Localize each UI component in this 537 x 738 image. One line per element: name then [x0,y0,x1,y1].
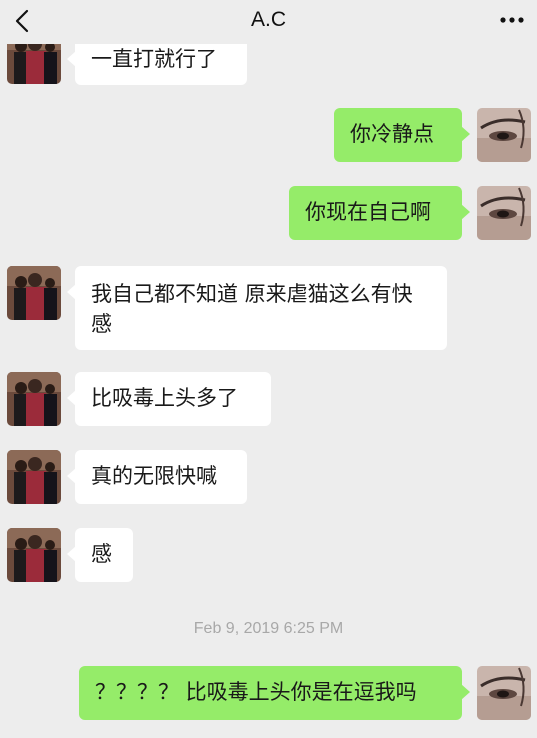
message-text: ？？？？ 比吸毒上头你是在逗我吗 [95,680,417,704]
message-bubble-outgoing[interactable]: ？？？？ 比吸毒上头你是在逗我吗 [79,666,470,720]
message-text: 一直打就行了 [91,47,217,71]
user-avatar[interactable] [477,666,531,720]
message-timestamp: Feb 9, 2019 6:25 PM [193,620,344,637]
message-text: 你冷静点 [350,122,434,146]
message-bubble-outgoing[interactable]: 你冷静点 [334,108,470,162]
message-bubble-incoming[interactable]: 真的无限快喊 [67,450,247,504]
message-bubble-incoming[interactable]: 比吸毒上头多了 [67,372,271,426]
chat-screen: 一直打就行了 你冷静点 你现在自己啊 我自己都不知道 原来虐猫这么有快感 比吸毒… [0,0,537,738]
message-list: 一直打就行了 你冷静点 你现在自己啊 我自己都不知道 原来虐猫这么有快感 比吸毒… [0,0,537,738]
contact-avatar[interactable] [7,266,61,320]
message-text: 比吸毒上头多了 [91,386,238,410]
user-avatar[interactable] [477,186,531,240]
message-text: 我自己都不知道 原来虐猫这么有快感 [91,282,413,336]
message-text: 你现在自己啊 [305,200,431,224]
contact-avatar[interactable] [7,450,61,504]
message-text: 感 [91,542,112,566]
contact-avatar[interactable] [7,372,61,426]
message-bubble-incoming[interactable]: 感 [67,528,133,582]
message-bubble-incoming[interactable]: 我自己都不知道 原来虐猫这么有快感 [67,266,447,350]
chat-title: A.C [250,8,286,31]
chat-header: A.C [0,0,537,44]
message-bubble-outgoing[interactable]: 你现在自己啊 [289,186,470,240]
more-button[interactable] [497,10,527,30]
user-avatar[interactable] [477,108,531,162]
message-text: 真的无限快喊 [91,464,217,488]
contact-avatar[interactable] [7,528,61,582]
more-dots-icon [500,17,524,23]
